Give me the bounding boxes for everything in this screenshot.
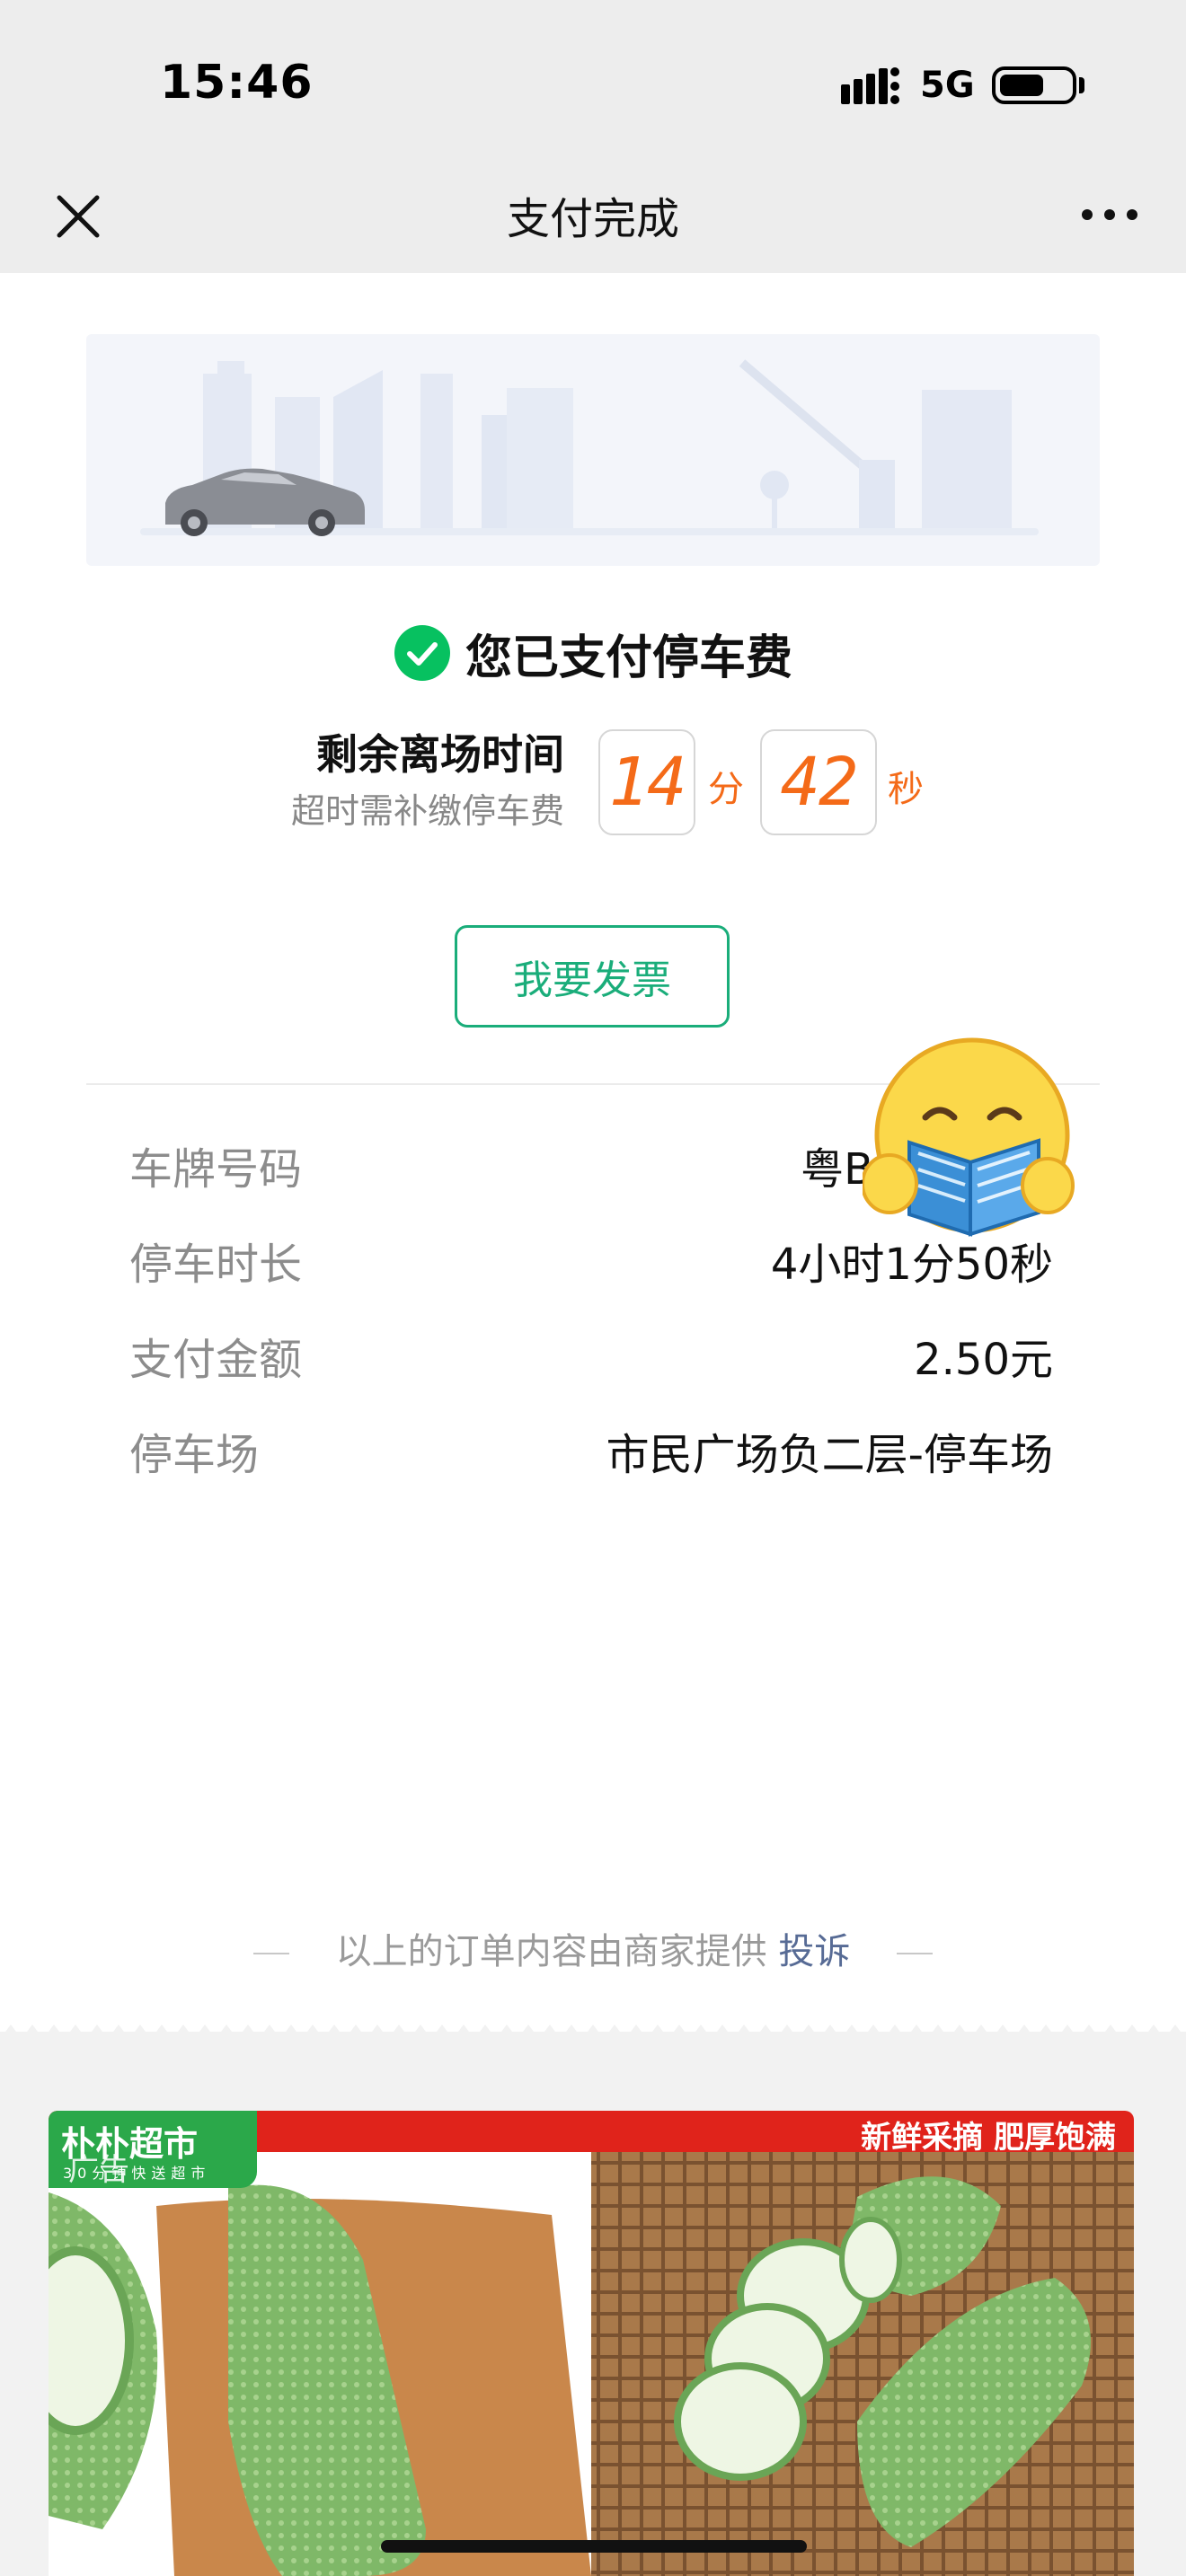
payment-status-text: 您已支付停车费 bbox=[465, 631, 792, 685]
payment-status: 您已支付停车费 bbox=[0, 622, 1186, 685]
ad-slogan: 新鲜采摘 肥厚饱满 bbox=[861, 2120, 1116, 2156]
battery-icon bbox=[992, 66, 1076, 104]
battery-tip bbox=[1079, 77, 1084, 93]
remain-time-label: 剩余离场时间 bbox=[316, 730, 564, 779]
detail-value: 市民广场负二层-停车场 bbox=[606, 1430, 1053, 1480]
detail-label: 停车场 bbox=[129, 1430, 260, 1480]
nav-bar: 支付完成 bbox=[0, 171, 1186, 273]
minutes-unit: 分 bbox=[708, 769, 744, 810]
ad-photo-loofah bbox=[49, 2152, 1134, 2576]
reading-emoji-sticker bbox=[863, 1037, 1075, 1237]
success-check-icon bbox=[394, 625, 450, 681]
detail-label: 车牌号码 bbox=[129, 1144, 303, 1195]
detail-value: 2.50元 bbox=[914, 1335, 1053, 1385]
merchant-note: 以上的订单内容由商家提供 投诉 bbox=[0, 1922, 1186, 1974]
page-title: 支付完成 bbox=[506, 194, 679, 244]
parking-banner bbox=[86, 334, 1100, 566]
seconds-unit: 秒 bbox=[888, 769, 924, 810]
countdown-minutes: 14 bbox=[598, 729, 695, 835]
detail-row-amount: 支付金额 2.50元 bbox=[129, 1324, 1053, 1387]
ad-label: 广告 bbox=[68, 2152, 129, 2188]
detail-label: 停车时长 bbox=[129, 1239, 303, 1290]
dash-left bbox=[252, 1953, 289, 1954]
detail-label: 支付金额 bbox=[129, 1335, 303, 1385]
detail-row-parking-lot: 停车场 市民广场负二层-停车场 bbox=[129, 1419, 1053, 1482]
more-icon[interactable] bbox=[1078, 201, 1141, 228]
countdown-seconds: 42 bbox=[760, 729, 877, 835]
city-illustration bbox=[140, 359, 1039, 536]
home-indicator[interactable] bbox=[381, 2540, 807, 2553]
remain-time-hint: 超时需补缴停车费 bbox=[290, 791, 564, 831]
invoice-button[interactable]: 我要发票 bbox=[455, 925, 730, 1028]
ad-card[interactable]: 新鲜采摘 肥厚饱满 朴朴超市 30分钟快送超市 广告 bbox=[49, 2111, 1134, 2576]
status-time: 15:46 bbox=[160, 56, 314, 110]
complain-link[interactable]: 投诉 bbox=[778, 1931, 850, 1972]
signal-icon bbox=[841, 67, 899, 104]
dash-right bbox=[897, 1953, 934, 1954]
status-bar: 15:46 5G bbox=[0, 0, 1186, 171]
merchant-note-text: 以上的订单内容由商家提供 bbox=[335, 1931, 767, 1972]
network-type: 5G bbox=[920, 65, 975, 106]
